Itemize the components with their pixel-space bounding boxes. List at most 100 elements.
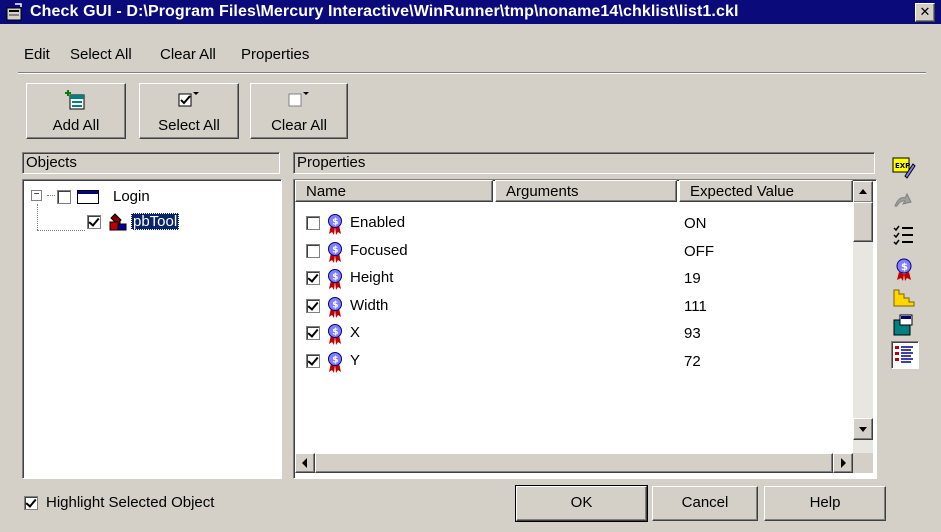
property-expected-value: ON (684, 215, 707, 232)
property-row[interactable]: $ Focused OFF (294, 238, 854, 265)
clear-all-icon (288, 92, 309, 107)
select-all-label: Select All (158, 117, 220, 134)
property-ribbon-icon: $ (326, 323, 344, 349)
property-checkbox[interactable] (306, 243, 320, 258)
menu-clear-all[interactable]: Clear All (160, 46, 216, 63)
ok-button[interactable]: OK (516, 486, 647, 521)
clear-all-label: Clear All (271, 117, 327, 134)
highlight-selected-object-option[interactable]: Highlight Selected Object (24, 493, 284, 513)
object-icon (893, 314, 913, 336)
property-row[interactable]: $ Height 19 (294, 265, 854, 292)
arrow-left-icon (302, 458, 307, 468)
property-expected-value: 93 (684, 325, 701, 342)
add-all-button[interactable]: Add All (26, 83, 126, 139)
menu-properties-label: Properties (241, 46, 310, 63)
svg-text:$: $ (901, 262, 908, 273)
property-ribbon-icon: $ (326, 351, 344, 377)
property-name: Width (350, 296, 389, 314)
window-title: Check GUI - D:\Program Files\Mercury Int… (30, 3, 739, 20)
arguments-icon (894, 192, 912, 207)
column-expected-value[interactable]: Expected Value (679, 180, 853, 202)
cancel-button[interactable]: Cancel (652, 486, 758, 521)
property-ribbon-icon: $ (326, 296, 344, 322)
property-ribbon-icon: $ (326, 268, 344, 294)
property-row[interactable]: $ Y 72 (294, 348, 854, 375)
property-row[interactable]: $ Enabled ON (294, 210, 854, 237)
select-all-button[interactable]: Select All (139, 83, 239, 139)
scroll-thumb[interactable] (853, 202, 873, 242)
edit-expected-value-button[interactable]: EXP (891, 154, 917, 180)
pbtool-checkbox[interactable] (87, 215, 101, 229)
login-checkbox[interactable] (57, 190, 71, 204)
property-name: Focused (350, 241, 408, 259)
add-all-label: Add All (52, 117, 100, 134)
property-name: Y (350, 351, 361, 369)
scroll-left-button[interactable] (295, 453, 315, 473)
svg-text:$: $ (332, 328, 338, 338)
property-row[interactable]: $ Width 111 (294, 293, 854, 320)
column-name[interactable]: Name (295, 180, 493, 202)
properties-list[interactable]: Name Arguments Expected Value $ Enabled ON… (293, 179, 877, 479)
property-checkbox[interactable] (306, 298, 320, 313)
menu-select-all[interactable]: Select All (70, 46, 132, 63)
menu-properties[interactable]: Properties (241, 46, 309, 63)
arrow-up-icon (859, 189, 867, 194)
highlight-label: Highlight Selected Object (46, 494, 215, 511)
arrow-down-icon (859, 427, 867, 432)
svg-text:$: $ (332, 355, 338, 365)
stairs-icon (893, 289, 915, 307)
svg-text:EXP: EXP (895, 162, 910, 170)
property-name: X (350, 324, 361, 341)
scroll-corner (853, 453, 873, 473)
property-expected-value: 111 (684, 297, 707, 315)
menu-edit[interactable]: Edit (24, 46, 50, 63)
hscroll-thumb[interactable] (315, 453, 833, 473)
object-button[interactable] (891, 312, 917, 338)
property-checkbox[interactable] (306, 353, 320, 368)
property-checkbox[interactable] (306, 216, 320, 230)
property-ribbon-icon: $ (326, 241, 344, 267)
property-expected-value: 19 (684, 270, 701, 287)
property-row[interactable]: $ X 93 (294, 320, 854, 347)
svg-text:$: $ (332, 218, 338, 228)
property-expected-value: 72 (684, 352, 701, 370)
scroll-down-button[interactable] (853, 418, 873, 440)
column-arguments[interactable]: Arguments (495, 180, 677, 202)
toolbar-object-icon (109, 213, 127, 231)
svg-text:$: $ (332, 245, 338, 255)
tree-item-label-selected: pbTool (131, 213, 180, 230)
svg-text:$: $ (332, 273, 338, 283)
stairs-button[interactable] (891, 284, 917, 310)
property-checkbox[interactable] (306, 271, 320, 285)
clear-all-button[interactable]: Clear All (250, 83, 348, 139)
objects-header: Objects (22, 152, 280, 174)
app-icon (6, 3, 22, 21)
svg-text:$: $ (332, 300, 338, 310)
property-button[interactable]: $ (891, 256, 917, 282)
add-all-icon (65, 90, 85, 110)
menu-clear-all-label: Clear All (160, 46, 216, 63)
tree-item-login[interactable]: Login (23, 184, 263, 208)
vertical-scrollbar[interactable] (853, 181, 873, 453)
property-rows: $ Enabled ON $ Focused OFF $ Height 19 $ Width 111 $… (294, 210, 854, 450)
highlight-checkbox[interactable] (24, 496, 38, 510)
checklist-icon (893, 225, 913, 246)
horizontal-scrollbar[interactable] (295, 453, 853, 473)
scroll-right-button[interactable] (833, 453, 853, 473)
property-name: Enabled (350, 214, 406, 231)
edit-arguments-button[interactable] (891, 188, 917, 214)
property-checkbox[interactable] (306, 326, 320, 340)
scroll-up-button[interactable] (853, 181, 873, 203)
properties-header: Properties (293, 152, 875, 174)
tree-item-pbtool[interactable]: pbTool (23, 210, 263, 234)
checklist-button[interactable] (891, 222, 917, 248)
objects-tree[interactable]: − Login pbTool (22, 179, 282, 479)
property-ribbon-icon: $ (326, 213, 344, 239)
help-button[interactable]: Help (764, 486, 886, 521)
arrow-right-icon (841, 458, 846, 468)
list-view-button[interactable] (891, 341, 919, 369)
close-button[interactable]: ✕ (915, 3, 935, 22)
property-expected-value: OFF (684, 242, 714, 260)
expected-value-edit-icon: EXP (892, 157, 916, 179)
title-bar[interactable]: Check GUI - D:\Program Files\Mercury Int… (0, 0, 941, 24)
